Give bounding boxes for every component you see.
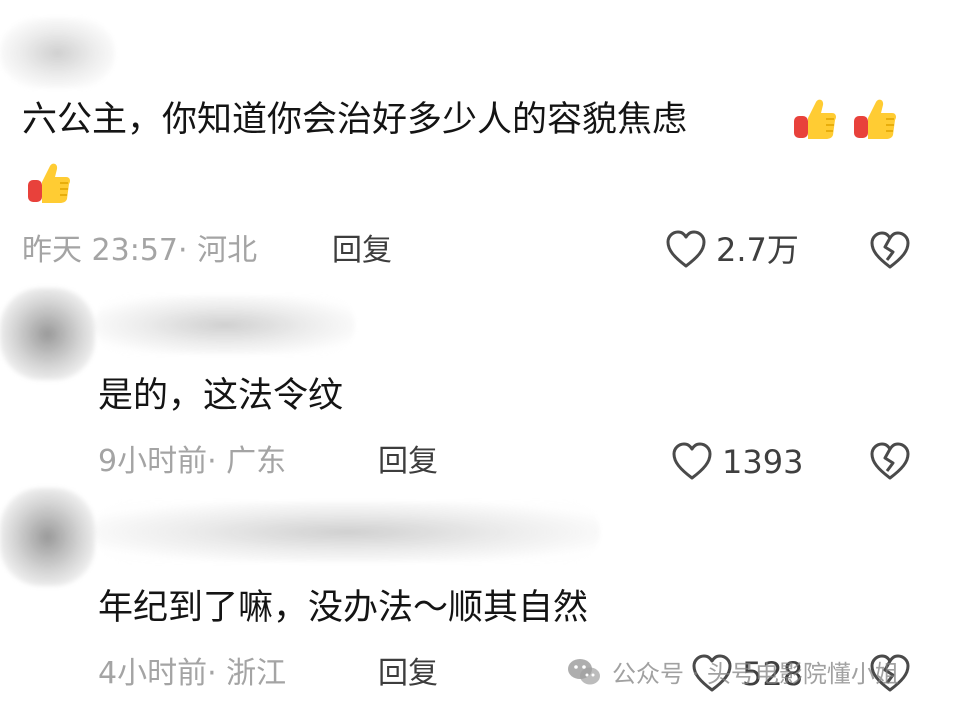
- reply-button[interactable]: 回复: [378, 442, 438, 482]
- comment-text: 是的，这法令纹: [98, 376, 344, 416]
- like-count: 2.7万: [716, 231, 799, 269]
- comment-meta: 4小时前· 浙江: [98, 654, 286, 694]
- reply-button[interactable]: 回复: [378, 654, 438, 694]
- comment-text: 年纪到了嘛，没办法～顺其自然: [98, 588, 589, 628]
- watermark: 公众号 · 头号电影院懂小姐: [566, 654, 899, 689]
- comment-text: 六公主，你知道你会治好多少人的容貌焦虑: [22, 100, 688, 140]
- comment-meta: 昨天 23:57· 河北: [22, 231, 257, 271]
- comment-location: · 浙江: [207, 656, 287, 691]
- heart-icon: [672, 442, 712, 480]
- emoji-group-wrap: [24, 158, 74, 208]
- thumbs-up-icon: [854, 99, 896, 139]
- blurred-username: [0, 18, 115, 88]
- blurred-avatar: [0, 488, 95, 586]
- blurred-username: [95, 296, 355, 354]
- comment-meta: 9小时前· 广东: [98, 442, 286, 482]
- blurred-username: [95, 502, 600, 562]
- broken-heart-icon: [870, 231, 910, 269]
- watermark-text: 公众号 · 头号电影院懂小姐: [612, 660, 899, 688]
- blurred-avatar: [0, 288, 95, 380]
- reply-button[interactable]: 回复: [332, 231, 392, 271]
- dislike-button[interactable]: [868, 440, 912, 488]
- comment-time: 9小时前: [98, 444, 208, 479]
- wechat-icon: [568, 658, 600, 684]
- dislike-button[interactable]: [868, 229, 912, 277]
- like-count: 1393: [722, 443, 804, 481]
- comment-location: · 广东: [207, 444, 287, 479]
- comment-time: 4小时前: [98, 656, 208, 691]
- comment-time: 昨天 23:57: [22, 233, 178, 268]
- emoji-group: [790, 94, 900, 144]
- comment-location: · 河北: [178, 233, 258, 268]
- like-button[interactable]: 1393: [670, 440, 803, 484]
- thumbs-up-icon: [28, 163, 70, 203]
- broken-heart-icon: [870, 442, 910, 480]
- like-button[interactable]: 2.7万: [664, 228, 799, 272]
- heart-icon: [666, 230, 706, 268]
- thumbs-up-icon: [794, 99, 836, 139]
